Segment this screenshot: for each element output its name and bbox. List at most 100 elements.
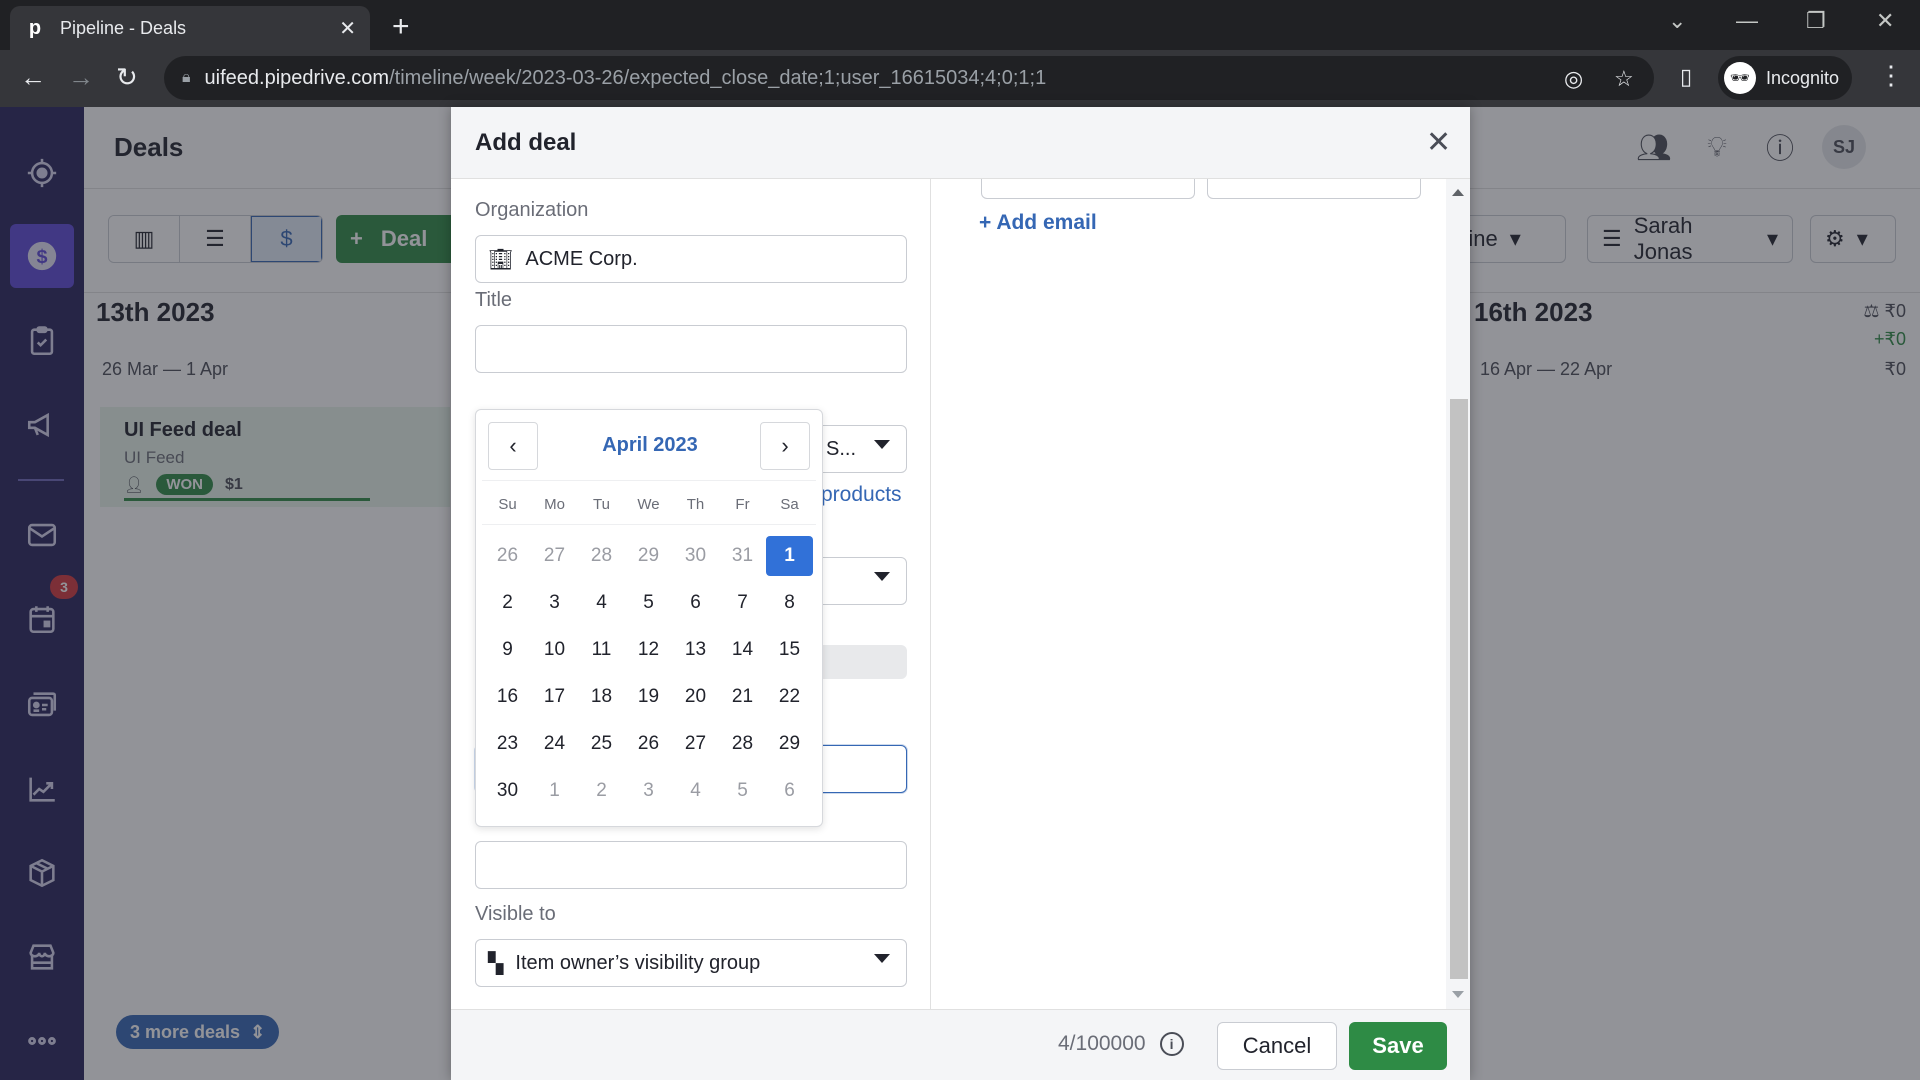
cancel-button[interactable]: Cancel: [1217, 1022, 1337, 1070]
modal-title: Add deal: [475, 128, 577, 156]
calendar-day[interactable]: 19: [625, 677, 672, 717]
weekday-label: We: [637, 496, 660, 513]
calendar-divider: [482, 480, 816, 481]
calendar-day[interactable]: 2: [484, 583, 531, 623]
weekday-label: Tu: [593, 496, 610, 513]
calendar-day[interactable]: 28: [578, 536, 625, 576]
calendar-week-row: 23 24 25 26 27 28 29: [484, 724, 813, 771]
add-deal-modal: Add deal ✕ Organization 🏢︎ ACME Corp. Ti…: [451, 107, 1470, 1080]
calendar-day[interactable]: 27: [531, 536, 578, 576]
calendar-divider: [482, 524, 816, 525]
calendar-day[interactable]: 4: [578, 583, 625, 623]
forward-icon[interactable]: →: [68, 62, 94, 93]
calendar-day[interactable]: 5: [625, 583, 672, 623]
calendar-day[interactable]: 11: [578, 630, 625, 670]
calendar-day[interactable]: 21: [719, 677, 766, 717]
browser-menu-icon[interactable]: ⋮: [1878, 60, 1904, 91]
calendar-day[interactable]: 5: [719, 771, 766, 811]
calendar-day[interactable]: 18: [578, 677, 625, 717]
organization-value: ACME Corp.: [525, 247, 638, 270]
incognito-indicator[interactable]: 🕶︎ Incognito: [1718, 56, 1852, 100]
caret-down-icon: [874, 440, 890, 449]
prev-month-button[interactable]: ‹: [488, 422, 538, 470]
calendar-day[interactable]: 2: [578, 771, 625, 811]
calendar-day[interactable]: 17: [531, 677, 578, 717]
calendar-day[interactable]: 3: [625, 771, 672, 811]
calendar-day[interactable]: 1: [531, 771, 578, 811]
browser-tab[interactable]: p Pipeline - Deals ✕: [10, 6, 370, 50]
calendar-day-selected[interactable]: 1: [766, 536, 813, 576]
calendar-grid: 26 27 28 29 30 31 1 2 3 4 5 6 7 8 9 10 11 12 13 14 15 16 17 18 1…: [484, 536, 813, 818]
calendar-day[interactable]: 30: [484, 771, 531, 811]
email-input[interactable]: [981, 179, 1195, 199]
weekday-header: Su Mo Tu We Th Fr Sa: [484, 496, 813, 513]
url-path: /timeline/week/2023-03-26/expected_close…: [389, 66, 1047, 89]
calendar-day[interactable]: 27: [672, 724, 719, 764]
calendar-day[interactable]: 9: [484, 630, 531, 670]
building-icon: 🏢︎: [488, 248, 514, 271]
calendar-day[interactable]: 3: [531, 583, 578, 623]
visible-to-select[interactable]: ▚ Item owner’s visibility group: [475, 939, 907, 987]
calendar-day[interactable]: 14: [719, 630, 766, 670]
back-icon[interactable]: ←: [20, 62, 46, 93]
browser-toolbar: ← → ↻ 🔒︎ uifeed.pipedrive.com /timeline/…: [0, 50, 1920, 107]
new-tab-icon[interactable]: +: [392, 10, 410, 44]
next-month-button[interactable]: ›: [760, 422, 810, 470]
calendar-day[interactable]: 4: [672, 771, 719, 811]
window-close-icon[interactable]: ✕: [1876, 8, 1894, 34]
tab-search-icon[interactable]: ⌄: [1668, 8, 1686, 34]
side-panel-icon[interactable]: ▯: [1680, 64, 1692, 90]
modal-footer: 4/100000 i Cancel Save: [451, 1009, 1470, 1080]
person-importance-input[interactable]: [475, 841, 907, 889]
minimize-icon[interactable]: —: [1736, 8, 1758, 34]
tab-close-icon[interactable]: ✕: [339, 16, 356, 41]
chevron-right-icon: ›: [781, 433, 789, 458]
eye-off-icon[interactable]: ◎: [1564, 66, 1583, 92]
calendar-day[interactable]: 7: [719, 583, 766, 623]
email-type-select[interactable]: Work: [1207, 179, 1421, 199]
calendar-day[interactable]: 22: [766, 677, 813, 717]
calendar-day[interactable]: 13: [672, 630, 719, 670]
calendar-day[interactable]: 28: [719, 724, 766, 764]
calendar-day[interactable]: 6: [672, 583, 719, 623]
calendar-day[interactable]: 6: [766, 771, 813, 811]
reload-icon[interactable]: ↻: [116, 62, 138, 93]
calendar-day[interactable]: 15: [766, 630, 813, 670]
restore-icon[interactable]: ❐: [1806, 8, 1826, 34]
calendar-day[interactable]: 26: [484, 536, 531, 576]
add-products-link[interactable]: products: [821, 483, 902, 507]
calendar-day[interactable]: 10: [531, 630, 578, 670]
modal-scrollbar[interactable]: [1446, 179, 1470, 1009]
calendar-day[interactable]: 12: [625, 630, 672, 670]
scroll-down-arrow[interactable]: [1452, 991, 1464, 998]
title-field[interactable]: [475, 325, 907, 373]
calendar-day[interactable]: 31: [719, 536, 766, 576]
info-icon[interactable]: i: [1159, 1032, 1184, 1056]
calendar-day[interactable]: 8: [766, 583, 813, 623]
save-button[interactable]: Save: [1349, 1022, 1447, 1070]
weekday-label: Sa: [780, 496, 799, 513]
add-email-link[interactable]: + Add email: [979, 211, 1097, 235]
incognito-label: Incognito: [1766, 67, 1840, 88]
calendar-day[interactable]: 30: [672, 536, 719, 576]
close-icon[interactable]: ✕: [1426, 125, 1451, 160]
calendar-month-label[interactable]: April 2023: [536, 434, 764, 457]
calendar-day[interactable]: 16: [484, 677, 531, 717]
scroll-thumb[interactable]: [1450, 399, 1468, 979]
scroll-up-arrow[interactable]: [1452, 189, 1464, 196]
calendar-day[interactable]: 23: [484, 724, 531, 764]
url-host: uifeed.pipedrive.com: [204, 66, 390, 89]
address-bar[interactable]: 🔒︎ uifeed.pipedrive.com /timeline/week/2…: [164, 56, 1654, 100]
organization-field[interactable]: 🏢︎ ACME Corp.: [475, 235, 907, 283]
character-counter: 4/100000 i: [1058, 1032, 1184, 1056]
calendar-day[interactable]: 20: [672, 677, 719, 717]
calendar-day[interactable]: 26: [625, 724, 672, 764]
weekday-label: Fr: [735, 496, 750, 513]
calendar-day[interactable]: 24: [531, 724, 578, 764]
calendar-week-row: 30 1 2 3 4 5 6: [484, 771, 813, 818]
calendar-day[interactable]: 29: [766, 724, 813, 764]
bookmark-star-icon[interactable]: ☆: [1614, 66, 1634, 92]
chevron-left-icon: ‹: [509, 433, 517, 458]
calendar-day[interactable]: 25: [578, 724, 625, 764]
calendar-day[interactable]: 29: [625, 536, 672, 576]
